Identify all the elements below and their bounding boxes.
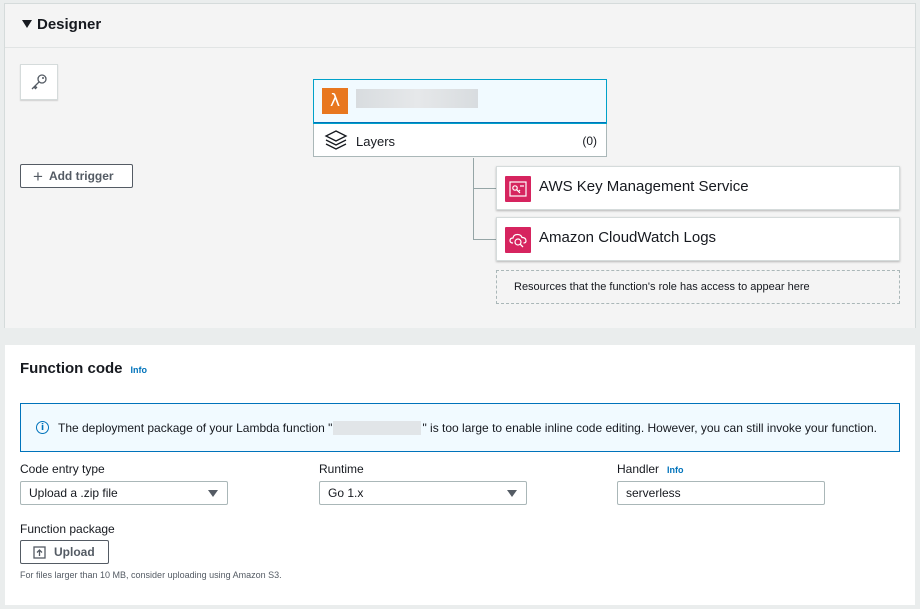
resource-card-kms[interactable]: AWS Key Management Service [496,166,900,210]
function-name-redacted [356,89,478,108]
function-package-label: Function package [20,522,115,536]
function-code-info-link[interactable]: Info [131,365,148,375]
handler-value: serverless [626,486,681,500]
resource-label: AWS Key Management Service [539,178,749,195]
connector-line [473,158,474,240]
key-icon [31,74,47,90]
connector-line [473,188,496,189]
resources-placeholder: Resources that the function's role has a… [496,270,900,304]
function-code-header: Function code Info [20,360,147,377]
handler-label: Handler Info [617,462,684,476]
layers-count: (0) [582,134,597,148]
resource-card-cloudwatch-logs[interactable]: Amazon CloudWatch Logs [496,217,900,261]
runtime-label: Runtime [319,462,364,476]
plus-icon: + [33,166,43,186]
function-header[interactable]: λ [313,79,607,124]
handler-info-link[interactable]: Info [667,465,684,475]
info-circle-icon: i [36,421,49,434]
designer-canvas: + Add trigger λ Layers (0) AWS Key Manag… [5,48,915,328]
upload-button[interactable]: Upload [20,540,109,564]
runtime-value: Go 1.x [328,486,364,500]
layers-icon [324,130,348,150]
code-entry-type-label: Code entry type [20,462,105,476]
upload-icon [33,545,46,559]
runtime-select[interactable]: Go 1.x [319,481,527,505]
designer-title: Designer [37,16,102,33]
connector-line [473,239,496,240]
resource-label: Amazon CloudWatch Logs [539,229,717,246]
lambda-icon: λ [322,88,348,114]
function-card[interactable]: λ Layers (0) [313,79,607,157]
dropdown-caret-icon [208,490,218,497]
add-trigger-button[interactable]: + Add trigger [20,164,133,188]
function-code-title: Function code [20,360,123,377]
layers-label: Layers [356,134,396,149]
code-entry-type-select[interactable]: Upload a .zip file [20,481,228,505]
package-too-large-alert: i The deployment package of your Lambda … [20,403,900,452]
dropdown-caret-icon [507,490,517,497]
alert-text-after: " is too large to enable inline code edi… [422,420,877,435]
function-name-redacted [333,420,422,435]
alert-text-before: The deployment package of your Lambda fu… [58,420,333,435]
collapse-triangle-icon[interactable] [22,20,32,28]
add-trigger-label: Add trigger [48,169,114,183]
handler-label-text: Handler [617,462,660,476]
cloudwatch-logs-icon [505,227,531,253]
upload-hint: For files larger than 10 MB, consider up… [20,570,282,580]
code-entry-type-value: Upload a .zip file [29,486,118,500]
handler-input[interactable]: serverless [617,481,825,505]
kms-icon [505,176,531,202]
designer-panel: Designer + Add trigger λ Layers (0) AWS … [4,3,916,328]
function-code-panel: Function code Info i The deployment pack… [4,344,916,606]
upload-label: Upload [54,545,95,559]
layers-row[interactable]: Layers (0) [314,124,606,157]
designer-header[interactable]: Designer [5,4,915,48]
permissions-key-button[interactable] [20,64,58,100]
